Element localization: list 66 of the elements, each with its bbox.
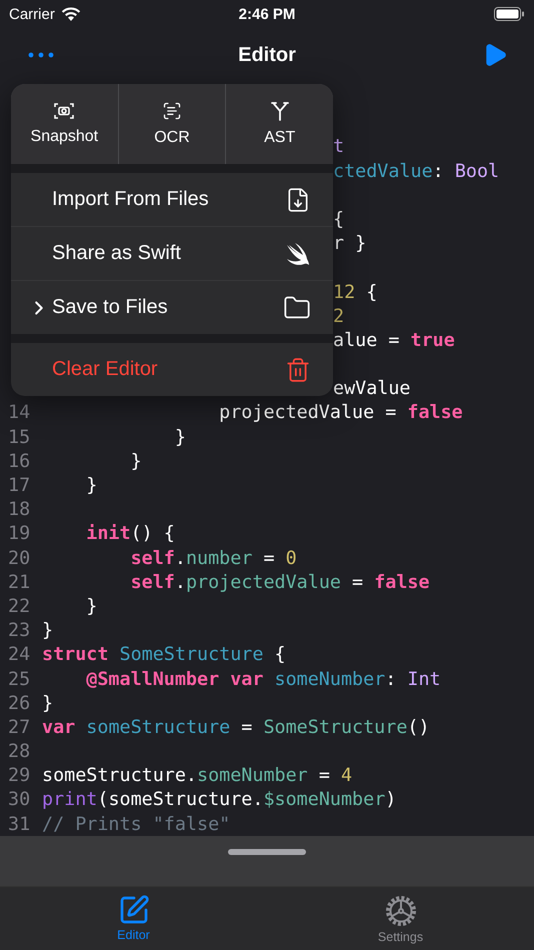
more-icon xyxy=(28,52,54,58)
code-line: ewValue xyxy=(333,377,411,402)
code-line: // Prints "false" xyxy=(42,812,230,836)
code-line: ctedValue: Bool xyxy=(333,160,500,184)
battery-icon xyxy=(494,7,524,21)
text-scan-icon xyxy=(162,101,182,121)
line-number: 22 xyxy=(8,594,32,619)
menu-item[interactable]: Share as Swift xyxy=(11,227,333,280)
line-number: 21 xyxy=(8,570,32,595)
code-line: t xyxy=(333,135,344,160)
quick-action-button[interactable]: Snapshot xyxy=(11,84,118,164)
edit-icon xyxy=(118,894,150,926)
line-number: 16 xyxy=(8,450,32,474)
tab-button[interactable]: Editor xyxy=(0,887,267,950)
code-line: } xyxy=(85,474,98,498)
wifi-icon xyxy=(60,6,81,22)
code-line: struct SomeStructure { xyxy=(42,643,286,668)
menu-item[interactable]: Import From Files xyxy=(11,173,333,226)
line-number: 31 xyxy=(8,812,32,836)
line-number: 17 xyxy=(8,474,32,498)
line-number: 14 xyxy=(8,401,32,426)
menu-item[interactable]: Clear Editor xyxy=(11,343,333,396)
line-number: 18 xyxy=(8,498,32,522)
code-line: } xyxy=(130,450,142,474)
line-number: 23 xyxy=(8,619,32,644)
carrier-label: Carrier xyxy=(9,6,55,22)
more-button[interactable] xyxy=(28,52,54,58)
code-line: @SmallNumber var someNumber: Int xyxy=(85,668,441,692)
code-line: 12 { xyxy=(333,280,378,304)
code-line: } xyxy=(174,426,186,450)
camera-scan-icon xyxy=(54,102,74,120)
line-number: 25 xyxy=(8,668,32,692)
code-line: } xyxy=(42,619,54,644)
quick-action-button[interactable]: OCR xyxy=(118,84,226,164)
code-line: r } xyxy=(333,232,366,256)
line-number: 24 xyxy=(8,643,32,668)
tab-button[interactable]: Settings xyxy=(267,887,534,950)
code-line: { xyxy=(333,208,344,232)
line-number: 27 xyxy=(8,716,32,740)
code-line: } xyxy=(42,692,54,716)
nav-title: Editor xyxy=(238,44,296,66)
line-number: 29 xyxy=(8,764,32,788)
line-number: 20 xyxy=(8,546,32,571)
line-number: 28 xyxy=(8,740,32,764)
code-line: projectedValue = false xyxy=(218,401,463,426)
status-time: 2:46 PM xyxy=(238,6,296,22)
code-line: self.projectedValue = false xyxy=(130,570,430,595)
code-line: 2 xyxy=(333,304,344,329)
code-line: self.number = 0 xyxy=(130,546,297,571)
line-number: 30 xyxy=(8,788,32,812)
code-line: alue = true xyxy=(333,328,455,353)
code-line: someStructure.someNumber = 4 xyxy=(42,764,352,788)
settings-icon xyxy=(384,894,418,928)
code-line: var someStructure = SomeStructure() xyxy=(42,716,430,740)
sheet-handle[interactable] xyxy=(228,849,306,855)
line-number: 15 xyxy=(8,426,32,450)
code-line: init() { xyxy=(85,522,175,546)
code-line: print(someStructure.$someNumber) xyxy=(42,788,396,812)
code-line: } xyxy=(85,594,98,619)
bird-icon xyxy=(285,242,311,266)
fork-icon xyxy=(270,101,289,121)
quick-action-button[interactable]: AST xyxy=(226,84,333,164)
menu-item[interactable]: Save to Files xyxy=(11,281,333,334)
line-number: 19 xyxy=(8,522,32,546)
trash-icon xyxy=(285,356,311,382)
line-number: 26 xyxy=(8,692,32,716)
